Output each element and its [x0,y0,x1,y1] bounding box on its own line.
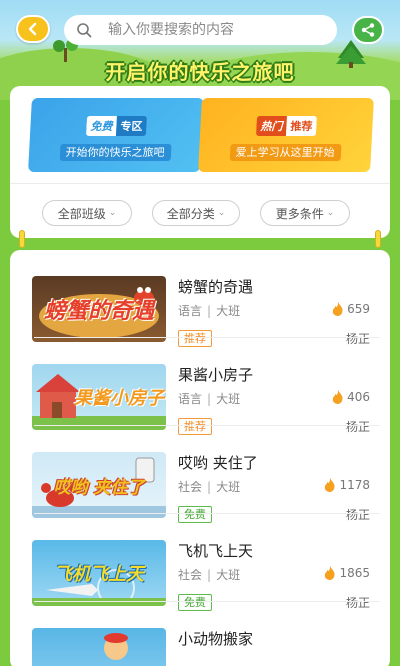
banner-tag: 热门 推荐 [255,116,317,136]
course-thumbnail[interactable]: 飞机飞上天 [32,540,166,606]
back-button[interactable] [16,15,50,43]
view-count: 1178 [324,478,370,492]
thumbnail-title: 飞机飞上天 [54,564,144,585]
course-meta: 社会 | 大班 [178,568,241,582]
share-icon [361,23,375,37]
banner-tag: 免费 专区 [85,116,147,136]
course-title: 果酱小房子 [178,366,254,384]
course-thumbnail[interactable]: 哎哟 夹住了 [32,452,166,518]
course-list: 螃蟹的奇遇 螃蟹的奇遇 语言 | 大班 659 推荐 杨正 果酱小房子 果酱小房子 … [10,250,390,666]
course-title: 飞机飞上天 [178,542,254,560]
course-grade: 大班 [216,304,241,318]
divider [10,183,390,184]
flame-icon [325,566,335,580]
course-grade: 大班 [216,568,241,582]
list-item[interactable]: 飞机飞上天 飞机飞上天 社会 | 大班 1865 免费 杨正 [10,514,390,611]
banner-subtitle: 开始你的快乐之旅吧 [29,144,202,161]
course-meta: 社会 | 大班 [178,480,241,494]
thumbnail-title: 哎哟 夹住了 [53,477,145,498]
course-thumbnail[interactable]: 果酱小房子 [32,364,166,430]
chevron-down-icon: ⌄ [108,208,117,218]
course-grade: 大班 [216,392,241,406]
share-button[interactable] [352,16,384,44]
banner-tag-sub: 推荐 [285,116,317,136]
category-panel: 免费 专区 开始你的快乐之旅吧 热门 推荐 爱上学习从这里开始 全部班级 ⌄ 全… [10,86,390,238]
list-item[interactable]: 小动物搬家 [10,602,390,666]
banner-tag-main: 免费 [85,116,117,136]
course-subject: 社会 [178,480,203,494]
view-count: 659 [332,302,370,316]
animal-illustration [104,633,128,660]
search-input[interactable] [108,22,337,38]
search-icon [77,23,92,38]
filter-more-dropdown[interactable]: 更多条件 ⌄ [260,200,350,226]
course-subject: 语言 [178,392,203,406]
banner-subtitle: 爱上学习从这里开始 [199,144,372,161]
chevron-down-icon: ⌄ [326,208,335,218]
chevron-left-icon [28,22,37,36]
slogan-title: 开启你的快乐之旅吧 [105,60,295,84]
course-meta: 语言 | 大班 [178,392,241,406]
banner-tag-sub: 专区 [115,116,147,136]
chevron-down-icon: ⌄ [217,208,226,218]
filter-category-dropdown[interactable]: 全部分类 ⌄ [152,200,240,226]
header: 开启你的快乐之旅吧 [0,0,400,100]
list-item[interactable]: 果酱小房子 果酱小房子 语言 | 大班 406 推荐 杨正 [10,338,390,435]
binder-ring [375,230,381,248]
free-zone-banner[interactable]: 免费 专区 开始你的快乐之旅吧 [28,98,204,172]
list-item[interactable]: 螃蟹的奇遇 螃蟹的奇遇 语言 | 大班 659 推荐 杨正 [10,250,390,347]
binder-ring [19,230,25,248]
course-thumbnail[interactable]: 螃蟹的奇遇 [32,276,166,342]
thumbnail-title: 螃蟹的奇遇 [43,299,154,324]
filter-class-dropdown[interactable]: 全部班级 ⌄ [42,200,132,226]
course-grade: 大班 [216,480,241,494]
course-title: 哎哟 夹住了 [178,454,258,472]
flame-icon [325,478,335,492]
flame-icon [332,302,343,316]
banner-tag-main: 热门 [255,116,287,136]
thumbnail-title: 果酱小房子 [74,388,164,409]
course-subject: 社会 [178,568,203,582]
hot-recommend-banner[interactable]: 热门 推荐 爱上学习从这里开始 [198,98,374,172]
filter-label: 全部班级 [57,206,106,221]
list-item[interactable]: 哎哟 夹住了 哎哟 夹住了 社会 | 大班 1178 免费 杨正 [10,426,390,523]
flame-icon [332,390,343,404]
course-thumbnail[interactable] [32,628,166,666]
filter-label: 更多条件 [275,206,324,221]
view-count: 1865 [324,566,370,580]
course-subject: 语言 [178,304,203,318]
filter-label: 全部分类 [166,206,215,221]
search-bar[interactable] [64,15,337,45]
course-meta: 语言 | 大班 [178,304,241,318]
course-title: 螃蟹的奇遇 [178,278,254,296]
course-title: 小动物搬家 [178,630,254,648]
view-count: 406 [332,390,370,404]
